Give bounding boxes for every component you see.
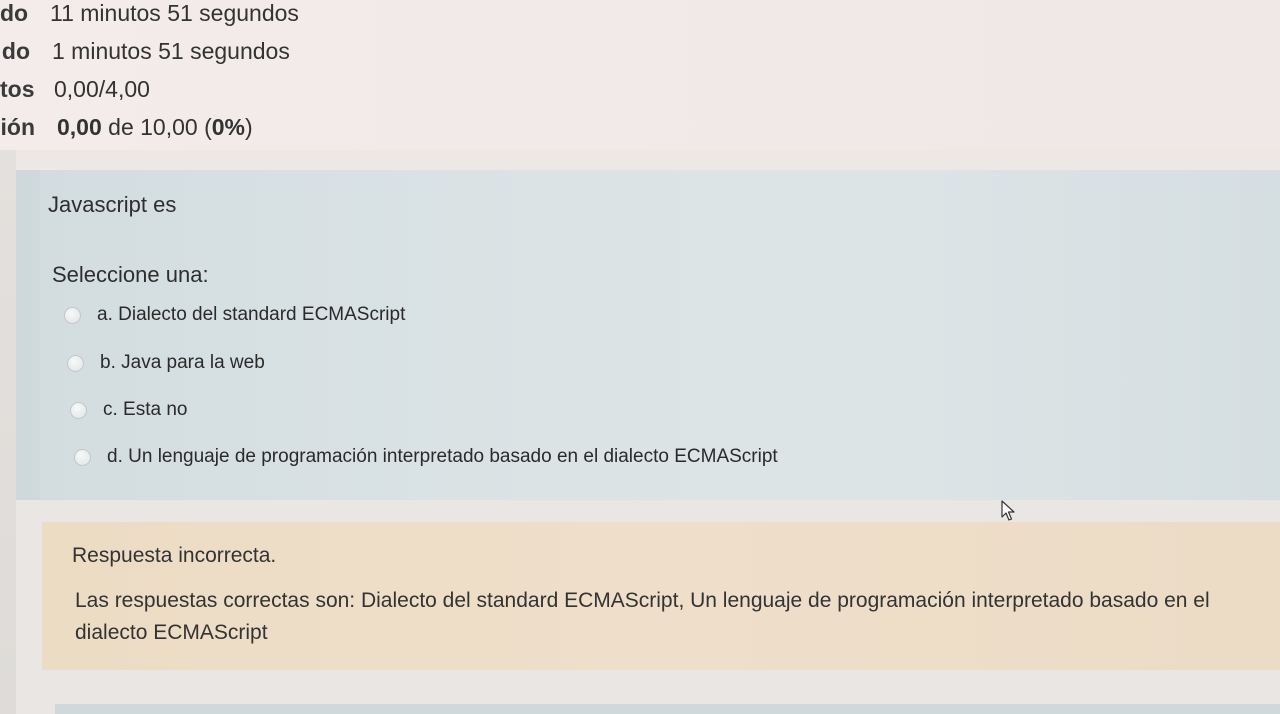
question-content: Javascript es Seleccione una: a. Dialect… [40, 170, 1280, 500]
grade-score: 0,00 [57, 113, 102, 140]
summary-value: 11 minutos 51 segundos [50, 0, 299, 26]
radio-button-icon[interactable] [64, 306, 81, 324]
next-question-box-edge [55, 704, 1280, 714]
mouse-pointer-icon [1001, 500, 1015, 521]
grade-percent: 0% [211, 113, 245, 140]
answer-option-c[interactable]: c. Esta no [70, 399, 188, 421]
question-box: Javascript es Seleccione una: a. Dialect… [16, 170, 1280, 500]
answer-prompt: Seleccione una: [52, 262, 209, 287]
option-label: b. Java para la web [100, 352, 265, 373]
summary-value: 1 minutos 51 segundos [52, 37, 290, 64]
radio-button-icon[interactable] [67, 354, 84, 372]
summary-value: 0,00/4,00 [54, 75, 150, 102]
question-text: Javascript es [48, 192, 177, 217]
summary-row-started: do 11 minutos 51 segundos [0, 0, 299, 30]
option-label: d. Un lenguaje de programación interpret… [107, 446, 778, 467]
answer-option-b[interactable]: b. Java para la web [67, 352, 265, 374]
page-left-edge [0, 150, 16, 714]
answer-option-d[interactable]: d. Un lenguaje de programación interpret… [74, 446, 778, 468]
summary-value: 0,00 de 10,00 (0%) [57, 114, 253, 141]
option-label: c. Esta no [103, 399, 188, 420]
grade-close: ) [244, 113, 253, 140]
option-label: a. Dialecto del standard ECMAScript [97, 304, 406, 325]
radio-button-icon[interactable] [70, 401, 87, 419]
answer-option-a[interactable]: a. Dialecto del standard ECMAScript [64, 304, 405, 326]
quiz-summary-table: do 11 minutos 51 segundos do 1 minutos 5… [0, 0, 1280, 150]
summary-label: do [0, 0, 29, 26]
summary-row-points: tos 0,00/4,00 [0, 72, 150, 106]
summary-label: ión [0, 113, 36, 140]
feedback-title: Respuesta incorrecta. [72, 544, 277, 567]
summary-row-grade: ión 0,00 de 10,00 (0%) [0, 110, 253, 144]
summary-row-completed: do 1 minutos 51 segundos [0, 34, 290, 68]
grade-total: de 10,00 ( [101, 113, 212, 140]
correct-answers-text: Las respuestas correctas son: Dialecto d… [75, 589, 1210, 644]
radio-button-icon[interactable] [74, 448, 91, 466]
feedback-box: Respuesta incorrecta. Las respuestas cor… [42, 522, 1280, 670]
summary-label: tos [0, 75, 35, 102]
summary-label: do [1, 37, 30, 64]
